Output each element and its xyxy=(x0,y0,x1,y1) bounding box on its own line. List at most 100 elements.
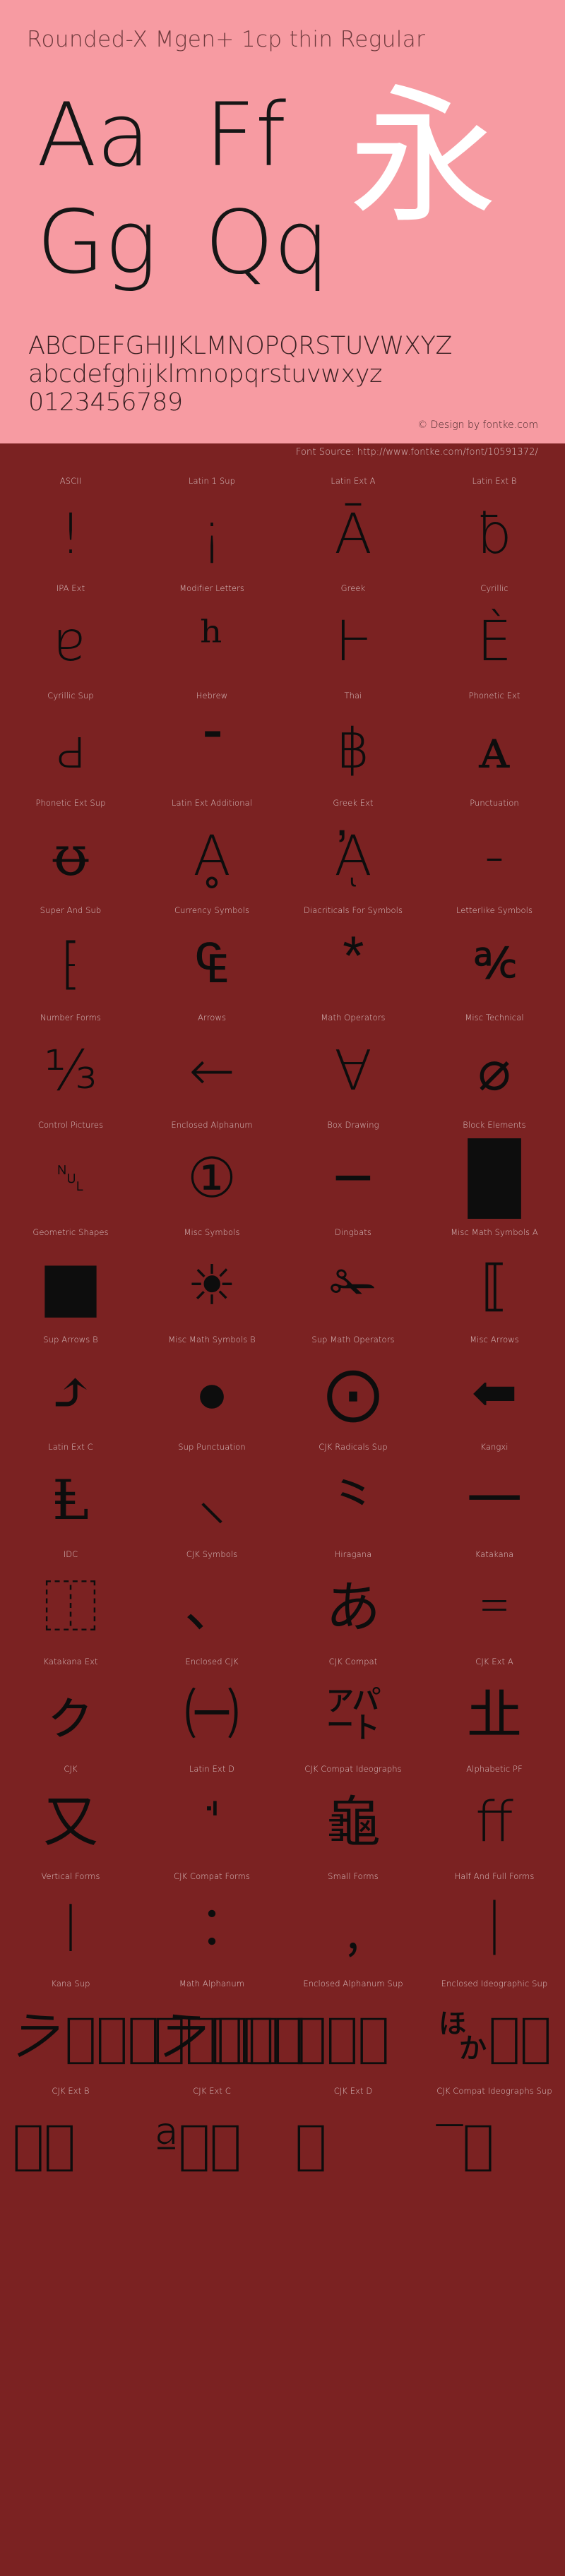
unicode-block-glyph: 龜 xyxy=(282,1777,424,1868)
unicode-block-cell[interactable]: CJK Symbols 、 xyxy=(141,1534,282,1641)
unicode-block-label: Latin 1 Sup xyxy=(141,476,282,486)
unicode-block-cell[interactable]: Punctuation ‐ xyxy=(424,782,565,890)
unicode-block-glyph: ԁ xyxy=(0,703,141,795)
unicode-block-cell[interactable]: IPA Ext ɐ xyxy=(0,568,141,675)
unicode-block-cell[interactable]: Math Operators ∀ xyxy=(282,997,424,1104)
unicode-block-label: Latin Ext B xyxy=(424,476,565,486)
unicode-block-glyph: ﹐ xyxy=(282,1884,424,1976)
unicode-block-cell[interactable]: CJK Compat Forms ︰ xyxy=(141,1856,282,1963)
unicode-block-glyph: 又 xyxy=(0,1777,141,1868)
unicode-block-cell[interactable]: CJK 又 xyxy=(0,1748,141,1856)
unicode-block-cell[interactable]: Hiragana あ xyxy=(282,1534,424,1641)
unicode-block-label: Diacriticals For Symbols xyxy=(282,905,424,915)
unicode-block-cell[interactable]: Misc Arrows ⬅ xyxy=(424,1319,565,1426)
design-credit: © Design by fontke.com xyxy=(417,419,538,431)
unicode-block-glyph: ꜗ xyxy=(141,1777,282,1868)
unicode-block-label: Misc Math Symbols A xyxy=(424,1227,565,1237)
unicode-block-cell[interactable]: Misc Math Symbols A ⟦ xyxy=(424,1212,565,1319)
unicode-block-label: Latin Ext Additional xyxy=(141,798,282,808)
unicode-block-cell[interactable]: Super And Sub ⁅ xyxy=(0,890,141,997)
unicode-block-glyph: ⅓ xyxy=(0,1025,141,1117)
unicode-block-cell[interactable]: Modifier Letters ʰ xyxy=(141,568,282,675)
unicode-block-glyph: ⤴ xyxy=(0,1347,141,1439)
unicode-block-cell[interactable]: Small Forms ﹐ xyxy=(282,1856,424,1963)
unicode-block-cell[interactable]: Thai ฿ xyxy=(282,675,424,782)
unicode-block-label: Control Pictures xyxy=(0,1120,141,1130)
unicode-block-cell[interactable]: Dingbats ✁ xyxy=(282,1212,424,1319)
unicode-block-cell[interactable]: Geometric Shapes ■ xyxy=(0,1212,141,1319)
unicode-block-glyph: ⟦ xyxy=(424,1240,565,1332)
unicode-block-cell[interactable]: Half And Full Forms ｜ xyxy=(424,1856,565,1963)
unicode-block-cell[interactable]: CJK Radicals Sup ⺀ xyxy=(282,1426,424,1534)
unicode-block-cell[interactable]: CJK Ext D 𫝀《􀀀 xyxy=(282,2070,424,2178)
unicode-block-glyph: 🄀􀀀􀀀 xyxy=(282,1991,424,2083)
unicode-block-cell[interactable]: Latin Ext C Ⱡ xyxy=(0,1426,141,1534)
unicode-block-cell[interactable]: Arrows ← xyxy=(141,997,282,1104)
unicode-block-cell[interactable]: Block Elements █ xyxy=(424,1104,565,1212)
unicode-block-cell[interactable]: Vertical Forms ︱ xyxy=(0,1856,141,1963)
unicode-block-label: Latin Ext A xyxy=(282,476,424,486)
unicode-block-glyph: Ḁ xyxy=(141,811,282,902)
unicode-block-cell[interactable]: Phonetic Ext Sup ᵿ xyxy=(0,782,141,890)
unicode-block-glyph: 𝐀􀀀􀀀􀀀 xyxy=(141,1991,282,2083)
unicode-block-label: Sup Math Operators xyxy=(282,1335,424,1344)
unicode-block-glyph: Ѐ xyxy=(424,596,565,688)
unicode-block-cell[interactable]: Cyrillic Ѐ xyxy=(424,568,565,675)
unicode-block-cell[interactable]: Sup Arrows B ⤴ xyxy=(0,1319,141,1426)
unicode-block-cell[interactable]: Enclosed Ideographic Sup 🈀􀀀􀀀 xyxy=(424,1963,565,2070)
unicode-block-cell[interactable]: CJK Ext C 𪜀ª􀀀􀀀 xyxy=(141,2070,282,2178)
unicode-block-cell[interactable]: Katakana Ext ㇰ xyxy=(0,1641,141,1748)
unicode-block-glyph: ㌀ xyxy=(282,1669,424,1761)
unicode-block-cell[interactable]: Alphabetic PF ﬀ xyxy=(424,1748,565,1856)
unicode-block-label: CJK Compat Ideographs xyxy=(282,1764,424,1774)
unicode-block-glyph: ⼀ xyxy=(424,1455,565,1546)
unicode-block-cell[interactable]: Latin Ext Additional Ḁ xyxy=(141,782,282,890)
unicode-block-cell[interactable]: CJK Compat Ideographs Sup 𪠀‾􀀀 xyxy=(424,2070,565,2178)
unicode-block-label: Letterlike Symbols xyxy=(424,905,565,915)
unicode-block-label: Misc Arrows xyxy=(424,1335,565,1344)
unicode-block-cell[interactable]: Kana Sup 𛀀􀀀􀀀􀀀𛀀􀀀􀀀􀀀 xyxy=(0,1963,141,2070)
unicode-block-label: Cyrillic xyxy=(424,583,565,593)
unicode-block-cell[interactable]: Misc Technical ⌀ xyxy=(424,997,565,1104)
unicode-block-label: CJK Compat Ideographs Sup xyxy=(424,2086,565,2096)
unicode-block-cell[interactable]: Phonetic Ext ᴀ xyxy=(424,675,565,782)
unicode-block-cell[interactable]: ASCII! xyxy=(0,460,141,568)
unicode-block-cell[interactable]: Greek Ͱ xyxy=(282,568,424,675)
unicode-block-label: Punctuation xyxy=(424,798,565,808)
unicode-block-cell[interactable]: Latin Ext A Ā xyxy=(282,460,424,568)
numerals: 0123456789 xyxy=(28,388,183,417)
unicode-block-cell[interactable]: IDC ⿰ xyxy=(0,1534,141,1641)
unicode-block-cell[interactable]: Box Drawing ─ xyxy=(282,1104,424,1212)
unicode-block-cell[interactable]: Control Pictures ␀ xyxy=(0,1104,141,1212)
unicode-block-cell[interactable]: Cyrillic Sup ԁ xyxy=(0,675,141,782)
unicode-block-cell[interactable]: Enclosed CJK ㈠ xyxy=(141,1641,282,1748)
unicode-block-cell[interactable]: Sup Math Operators ⨀ xyxy=(282,1319,424,1426)
unicode-block-cell[interactable]: CJK Compat Ideographs 龜 xyxy=(282,1748,424,1856)
unicode-block-label: Cyrillic Sup xyxy=(0,691,141,700)
unicode-block-cell[interactable]: CJK Ext B 𠀀􀀀􀀀 xyxy=(0,2070,141,2178)
unicode-block-cell[interactable]: Enclosed Alphanum ① xyxy=(141,1104,282,1212)
unicode-block-glyph: ᵿ xyxy=(0,811,141,902)
unicode-block-cell[interactable]: Letterlike Symbols ℀ xyxy=(424,890,565,997)
unicode-block-cell[interactable]: Misc Symbols ☀ xyxy=(141,1212,282,1319)
unicode-block-cell[interactable]: CJK Ext A 㐀 xyxy=(424,1641,565,1748)
unicode-block-cell[interactable]: Number Forms ⅓ xyxy=(0,997,141,1104)
unicode-block-glyph: ! xyxy=(0,489,141,580)
unicode-block-cell[interactable]: Greek Ext ᾈ xyxy=(282,782,424,890)
unicode-block-cell[interactable]: CJK Compat ㌀ xyxy=(282,1641,424,1748)
unicode-block-cell[interactable]: Sup Punctuation ⸜ xyxy=(141,1426,282,1534)
specimen-pair-aa: Aa xyxy=(37,92,150,179)
unicode-block-cell[interactable]: Latin Ext B ƀ xyxy=(424,460,565,568)
unicode-block-cell[interactable]: Math Alphanum 𝐀􀀀􀀀􀀀 xyxy=(141,1963,282,2070)
unicode-block-cell[interactable]: Misc Math Symbols B ⦁ xyxy=(141,1319,282,1426)
unicode-block-cell[interactable]: Currency Symbols ₠ xyxy=(141,890,282,997)
unicode-block-label: Box Drawing xyxy=(282,1120,424,1130)
unicode-block-cell[interactable]: Katakana ゠ xyxy=(424,1534,565,1641)
unicode-block-cell[interactable]: Enclosed Alphanum Sup 🄀􀀀􀀀 xyxy=(282,1963,424,2070)
unicode-block-cell[interactable]: Latin Ext Dꜗ xyxy=(141,1748,282,1856)
unicode-block-cell[interactable]: Hebrew ־ xyxy=(141,675,282,782)
unicode-block-cell[interactable]: Latin 1 Sup ¡ xyxy=(141,460,282,568)
unicode-block-label: CJK xyxy=(0,1764,141,1774)
unicode-block-cell[interactable]: Diacriticals For Symbols⃰ xyxy=(282,890,424,997)
unicode-block-cell[interactable]: Kangxi ⼀ xyxy=(424,1426,565,1534)
